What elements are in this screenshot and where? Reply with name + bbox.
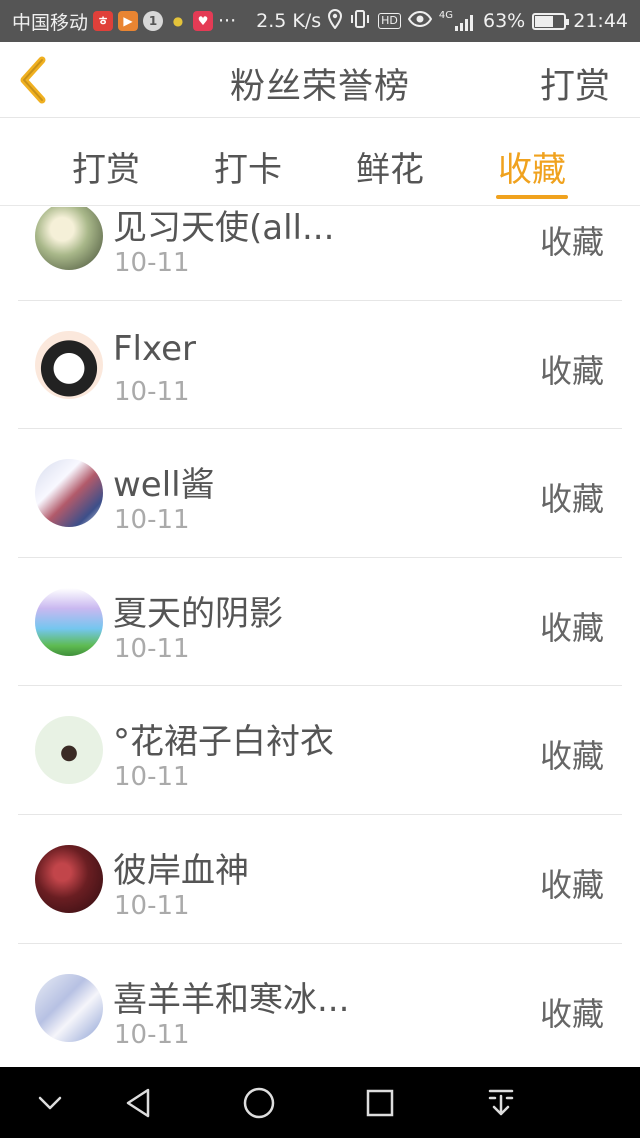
item-action-label: 收藏: [539, 865, 604, 904]
item-action-label: 收藏: [539, 608, 604, 647]
fan-list[interactable]: 见习天使(all... 10-11 收藏 Flxer 10-11 收藏 well…: [0, 207, 640, 1067]
download-tray-icon: [488, 1089, 514, 1116]
app-header: 粉丝荣誉榜 打赏: [0, 42, 640, 118]
battery-percent: 63%: [483, 10, 526, 32]
item-date: 10-11: [114, 505, 190, 536]
vibrate-icon: [349, 9, 371, 34]
location-icon: [328, 8, 343, 34]
user-name: 夏天的阴影: [113, 593, 283, 634]
notification-pull-button[interactable]: [483, 1085, 519, 1121]
avatar[interactable]: [35, 330, 103, 399]
item-date: 10-11: [114, 1019, 190, 1050]
item-action-label: 收藏: [539, 223, 604, 261]
system-nav-bar: [0, 1067, 640, 1138]
avatar[interactable]: [35, 459, 103, 528]
list-item[interactable]: 喜羊羊和寒冰... 10-11 收藏: [18, 944, 622, 1067]
eye-icon: [407, 10, 433, 33]
circle-home-icon: [243, 1087, 275, 1119]
tab-favorites[interactable]: 收藏: [461, 118, 603, 205]
user-name: Flxer: [113, 328, 196, 369]
user-name: well酱: [113, 465, 215, 506]
user-name: °花裙子白衬衣: [113, 722, 334, 763]
list-item[interactable]: 彼岸血神 10-11 收藏: [18, 815, 622, 944]
item-date: 10-11: [114, 890, 190, 921]
tab-bar: 打赏 打卡 鲜花 收藏: [0, 118, 640, 206]
avatar[interactable]: [35, 716, 103, 785]
list-item[interactable]: 见习天使(all... 10-11 收藏: [18, 207, 622, 301]
recents-nav-button[interactable]: [362, 1085, 398, 1121]
network-speed: 2.5 K/s: [256, 10, 322, 32]
bulb-notification-icon: ●: [172, 14, 184, 28]
play-notification-icon: ▶: [118, 11, 139, 31]
badge-notification-icon: 1: [143, 11, 164, 31]
status-bar-right: 2.5 K/s HD 4G 63% 21:44: [256, 8, 628, 34]
carrier-label: 中国移动: [12, 11, 89, 34]
user-name: 见习天使(all...: [113, 208, 335, 248]
more-notifications: ···: [218, 10, 237, 32]
item-date: 10-11: [114, 762, 190, 793]
status-bar-left: 中国移动 ㅎ ▶ 1 ● ♥ ···: [12, 8, 236, 35]
avatar[interactable]: [35, 587, 103, 656]
list-item[interactable]: °花裙子白衬衣 10-11 收藏: [18, 686, 622, 815]
home-nav-button[interactable]: [241, 1085, 277, 1121]
list-item[interactable]: 夏天的阴影 10-11 收藏: [18, 558, 622, 687]
avatar[interactable]: [35, 844, 103, 913]
status-bar: 中国移动 ㅎ ▶ 1 ● ♥ ··· 2.5 K/s HD 4G 63% 21:…: [0, 0, 640, 42]
item-action-label: 收藏: [539, 737, 604, 776]
heart-notification-icon: ♥: [193, 11, 214, 31]
avatar[interactable]: [35, 207, 103, 270]
hide-nav-button[interactable]: [32, 1085, 68, 1121]
item-action-label: 收藏: [539, 351, 604, 390]
square-recents-icon: [366, 1089, 394, 1117]
user-name: 喜羊羊和寒冰...: [113, 979, 350, 1020]
user-name: 彼岸血神: [113, 850, 249, 891]
battery-icon: [532, 12, 570, 30]
item-date: 10-11: [114, 633, 190, 664]
app-notification-icon: ㅎ: [93, 11, 114, 31]
tab-reward[interactable]: 打赏: [35, 118, 177, 205]
tab-flowers[interactable]: 鲜花: [319, 118, 461, 205]
avatar[interactable]: [35, 973, 103, 1042]
list-item[interactable]: Flxer 10-11 收藏: [18, 301, 622, 430]
list-item[interactable]: well酱 10-11 收藏: [18, 429, 622, 558]
item-action-label: 收藏: [539, 994, 604, 1033]
hd-icon: HD: [378, 13, 401, 29]
item-date: 10-11: [114, 248, 190, 278]
chevron-down-icon: [38, 1096, 62, 1110]
item-date: 10-11: [114, 376, 190, 407]
clock: 21:44: [573, 10, 628, 32]
item-action-label: 收藏: [539, 480, 604, 519]
signal-icon: 4G: [439, 11, 476, 31]
triangle-back-icon: [126, 1088, 150, 1118]
back-nav-button[interactable]: [120, 1085, 156, 1121]
reward-button[interactable]: 打赏: [540, 58, 610, 109]
tab-checkin[interactable]: 打卡: [177, 118, 319, 205]
